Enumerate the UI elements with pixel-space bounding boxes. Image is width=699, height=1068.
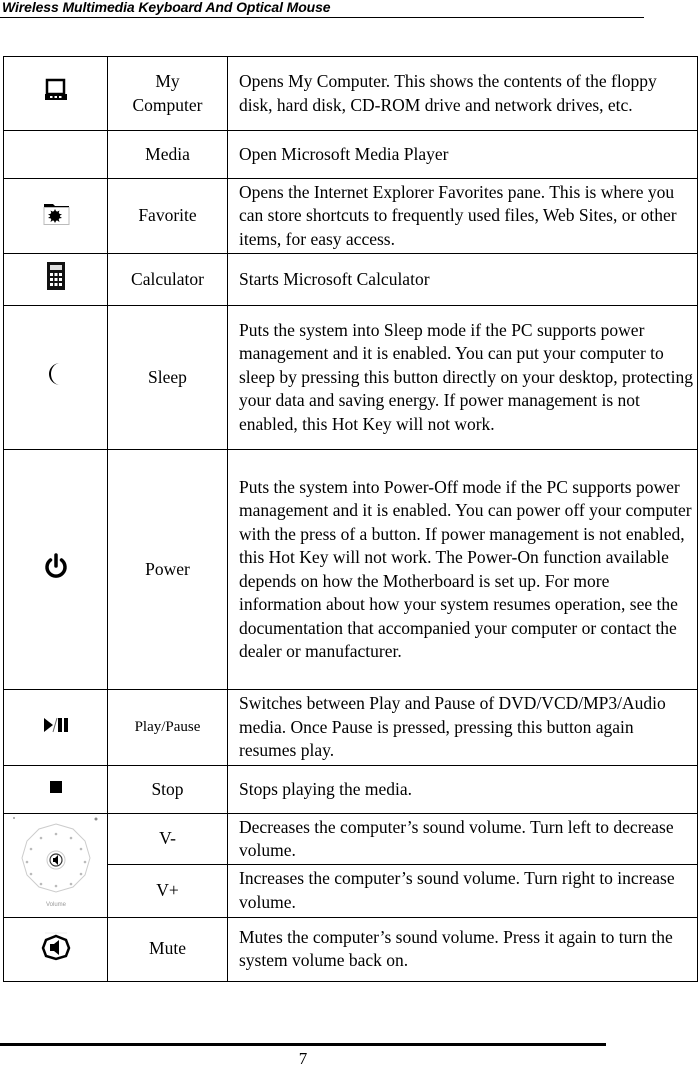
running-header: Wireless Multimedia Keyboard And Optical… — [2, 0, 331, 15]
table-row: V+ Increases the computer’s sound volume… — [4, 864, 698, 918]
table-row: Sleep Puts the system into Sleep mode if… — [3, 305, 698, 450]
hotkey-name: Calculator — [107, 253, 228, 306]
play-pause-icon — [41, 716, 71, 741]
icon-cell — [3, 765, 108, 814]
table-row: My Computer Opens My Computer. This show… — [3, 56, 698, 131]
hotkey-description: Puts the system into Power-Off mode if t… — [227, 449, 698, 690]
icon-cell — [3, 253, 108, 306]
icon-cell — [3, 449, 108, 690]
hotkey-description: Switches between Play and Pause of DVD/V… — [227, 689, 698, 766]
hotkey-description: Increases the computer’s sound volume. T… — [227, 864, 698, 918]
volume-dial-icon: Volume — [11, 814, 101, 917]
page-number: 7 — [298, 1049, 308, 1068]
table-row: Volume V- Decreases the computer’s sound… — [3, 812, 698, 918]
hotkey-name: Power — [107, 449, 228, 690]
hotkey-name: Sleep — [107, 305, 228, 450]
hotkey-description: Opens the Internet Explorer Favorites pa… — [227, 178, 698, 254]
hotkey-description: Stops playing the media. — [227, 765, 698, 814]
table-row: Play/Pause Switches between Play and Pau… — [3, 689, 698, 766]
header-rule — [0, 17, 644, 18]
favorites-folder-icon — [41, 198, 71, 235]
hotkey-name: Play/Pause — [107, 689, 228, 766]
hotkey-description: Opens My Computer. This shows the conten… — [227, 56, 698, 131]
table-row: Favorite Opens the Internet Explorer Fav… — [3, 178, 698, 254]
hotkey-name: My Computer — [107, 56, 228, 131]
icon-cell — [3, 56, 108, 131]
hotkey-description: Puts the system into Sleep mode if the P… — [227, 305, 698, 450]
power-icon — [43, 552, 69, 587]
calculator-icon — [45, 261, 67, 298]
hotkey-name: V+ — [107, 864, 228, 918]
moon-icon — [45, 361, 67, 394]
table-row: Media Open Microsoft Media Player — [3, 130, 698, 179]
hotkey-description: Open Microsoft Media Player — [227, 130, 698, 179]
table-row: Mute Mutes the computer’s sound volume. … — [3, 916, 698, 982]
icon-cell: Volume — [3, 813, 108, 918]
hotkey-name: Media — [107, 130, 228, 179]
footer-rule — [0, 1043, 606, 1046]
icon-cell — [3, 305, 108, 450]
icon-cell — [3, 130, 108, 179]
mute-icon — [39, 931, 73, 968]
volume-dial-label: Volume — [45, 902, 66, 908]
hotkey-description: Decreases the computer’s sound volume. T… — [227, 812, 698, 866]
icon-cell — [3, 689, 108, 766]
hotkey-name: Favorite — [107, 178, 228, 254]
table-row: Calculator Starts Microsoft Calculator — [3, 253, 698, 306]
hotkey-description: Starts Microsoft Calculator — [227, 253, 698, 306]
hotkey-table: My Computer Opens My Computer. This show… — [3, 56, 698, 982]
table-row: Stop Stops playing the media. — [3, 765, 698, 814]
table-row: Power Puts the system into Power-Off mod… — [3, 449, 698, 690]
hotkey-name: Stop — [107, 765, 228, 814]
icon-cell — [3, 916, 108, 982]
hotkey-name: Mute — [107, 916, 228, 982]
stop-icon — [48, 778, 64, 802]
icon-cell — [3, 178, 108, 254]
hotkey-name: V- — [107, 812, 228, 866]
computer-icon — [42, 78, 70, 109]
hotkey-description: Mutes the computer’s sound volume. Press… — [227, 916, 698, 982]
